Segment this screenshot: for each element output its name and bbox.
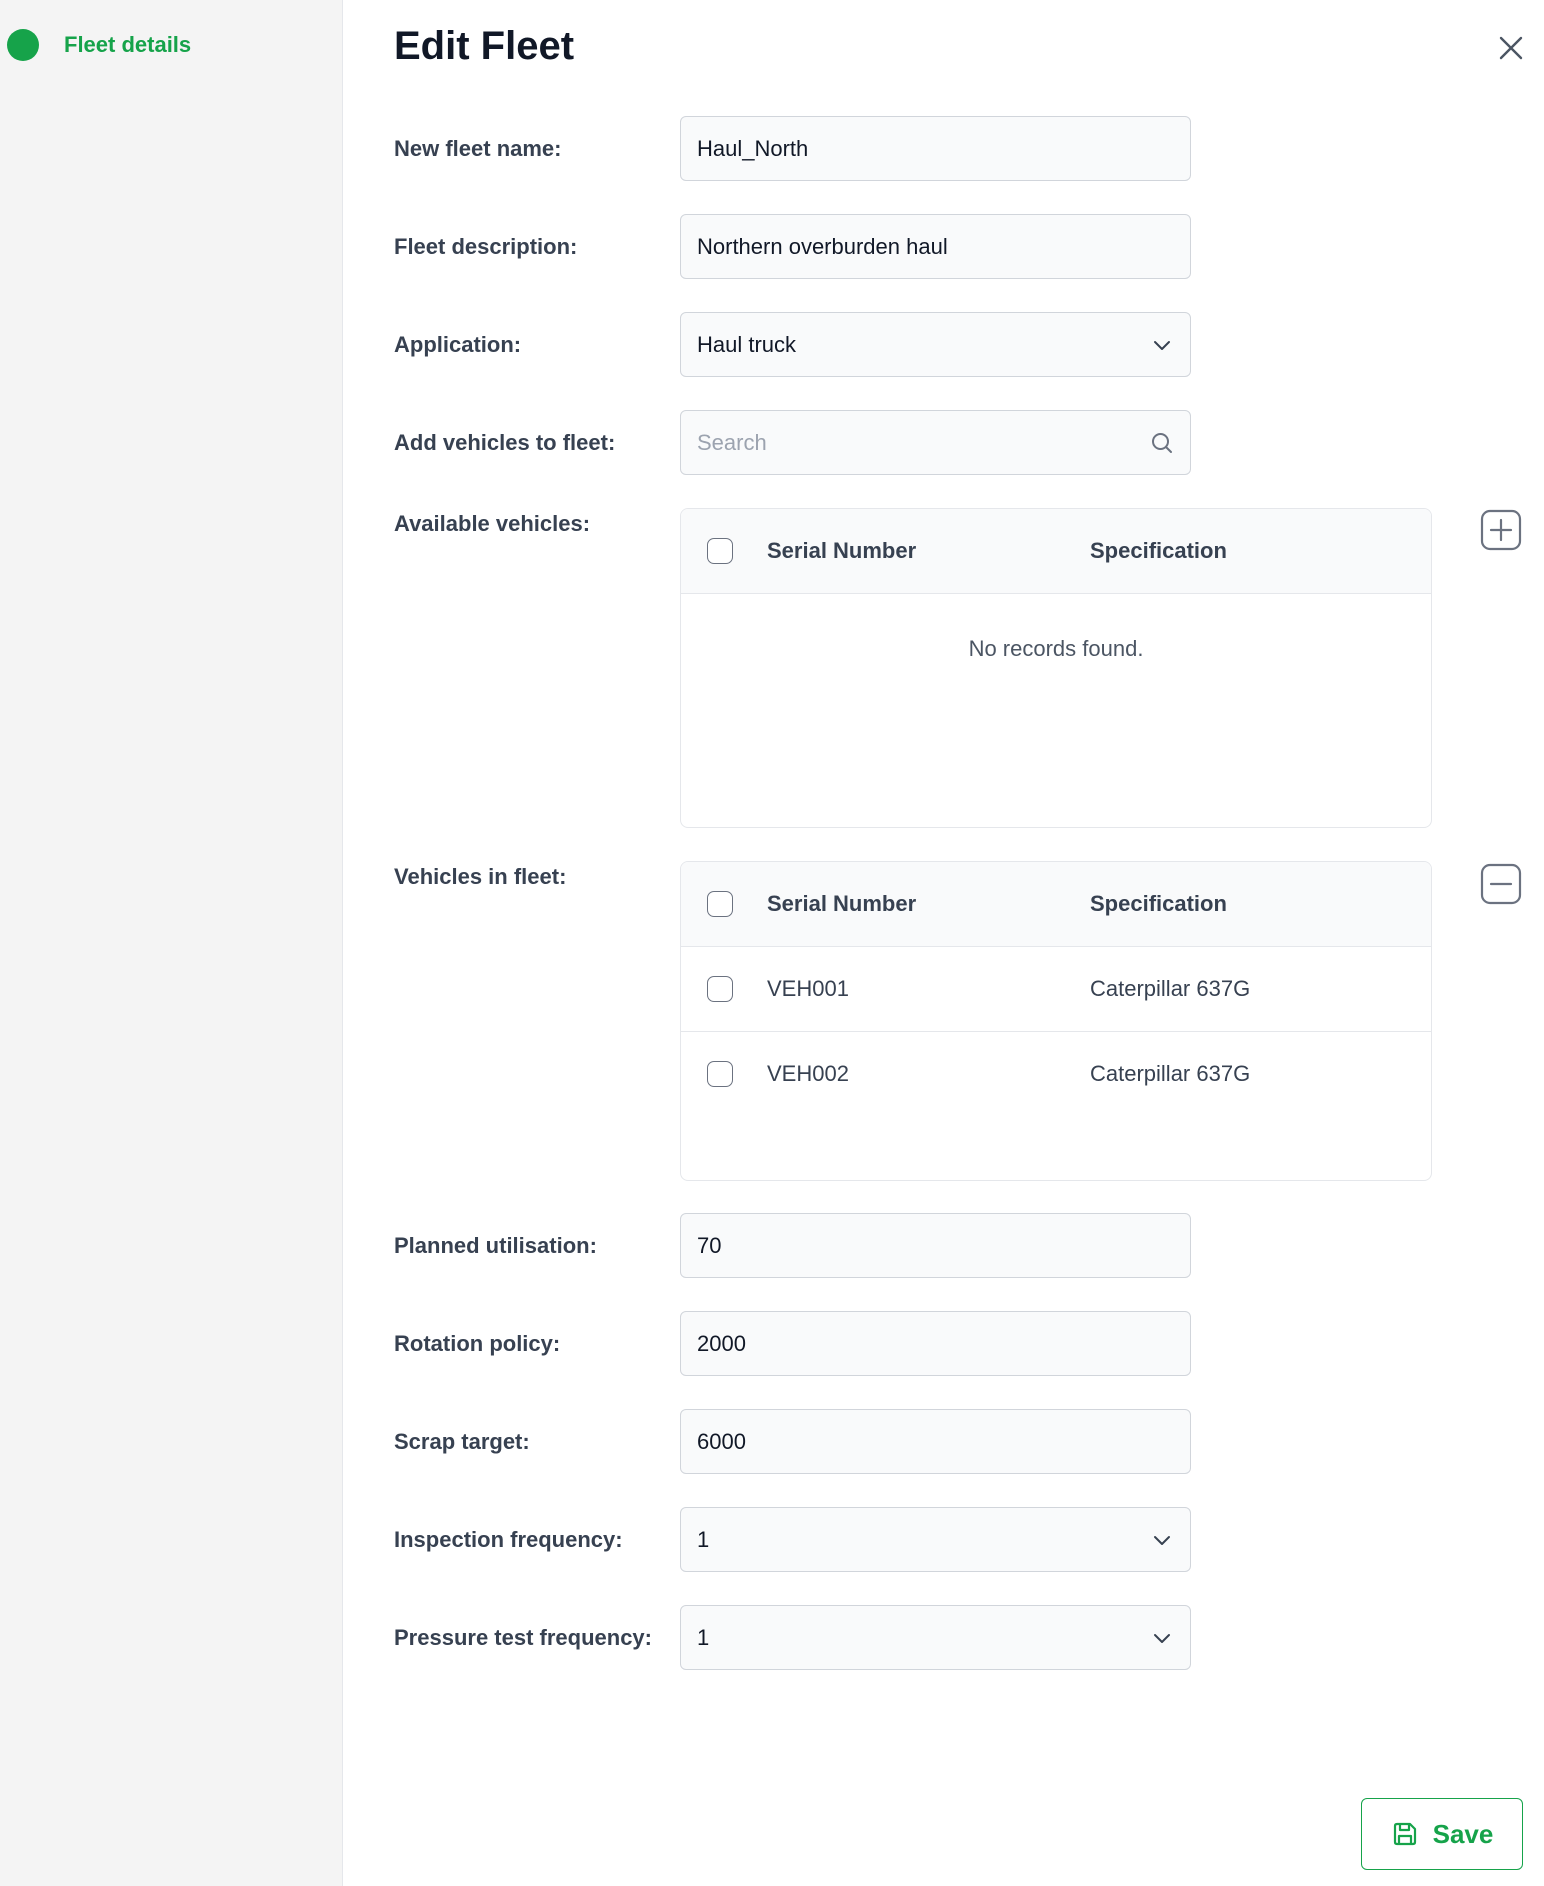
add-vehicle-button[interactable]	[1480, 509, 1522, 551]
select-all-available-checkbox[interactable]	[707, 538, 733, 564]
rotation-policy-label: Rotation policy:	[394, 1331, 561, 1356]
plus-square-icon	[1480, 509, 1522, 551]
planned-utilisation-input[interactable]	[697, 1232, 1174, 1259]
application-select[interactable]: Haul truck	[680, 312, 1191, 377]
column-header-specification: Specification	[1090, 891, 1227, 916]
remove-vehicle-button[interactable]	[1480, 863, 1522, 905]
specification-cell: Caterpillar 637G	[1090, 1061, 1251, 1086]
save-button-label: Save	[1432, 1818, 1494, 1849]
table-row[interactable]: VEH001 Caterpillar 637G	[681, 947, 1431, 1032]
fleet-description-field[interactable]	[680, 214, 1191, 279]
vehicle-search-input[interactable]	[697, 429, 1150, 456]
row-checkbox[interactable]	[707, 976, 733, 1002]
serial-number-cell: VEH001	[767, 976, 849, 1001]
inspection-frequency-value: 1	[697, 1526, 710, 1552]
row-checkbox[interactable]	[707, 1061, 733, 1087]
planned-utilisation-field[interactable]	[680, 1213, 1191, 1278]
planned-utilisation-label: Planned utilisation:	[394, 1233, 597, 1258]
fleet-name-input[interactable]	[697, 135, 1174, 162]
empty-state-message: No records found.	[968, 636, 1144, 661]
available-vehicles-label: Available vehicles:	[394, 511, 591, 536]
fleet-name-label: New fleet name:	[394, 136, 562, 161]
edit-fleet-panel: Edit Fleet New fleet name: Fleet descrip…	[343, 0, 1544, 1886]
column-header-serial: Serial Number	[767, 538, 917, 563]
serial-number-cell: VEH002	[767, 1061, 849, 1086]
table-header: Serial Number Specification	[681, 862, 1431, 947]
scrap-target-input[interactable]	[697, 1428, 1174, 1455]
application-label: Application:	[394, 332, 522, 357]
column-header-serial: Serial Number	[767, 891, 917, 916]
select-all-fleet-checkbox[interactable]	[707, 891, 733, 917]
step-status-dot	[7, 29, 39, 61]
pressure-test-frequency-value: 1	[697, 1624, 710, 1650]
edit-fleet-page: Fleet details Edit Fleet New fleet name:…	[0, 0, 1544, 1886]
rotation-policy-field[interactable]	[680, 1311, 1191, 1376]
wizard-sidebar: Fleet details	[0, 0, 343, 1886]
vehicles-in-fleet-label: Vehicles in fleet:	[394, 864, 567, 889]
fleet-name-field[interactable]	[680, 116, 1191, 181]
chevron-down-icon	[1150, 1528, 1174, 1552]
pressure-test-frequency-select[interactable]: 1	[680, 1605, 1191, 1670]
rotation-policy-input[interactable]	[697, 1330, 1174, 1357]
minus-square-icon	[1480, 863, 1522, 905]
inspection-frequency-label: Inspection frequency:	[394, 1527, 623, 1552]
table-header: Serial Number Specification	[681, 509, 1431, 594]
vehicle-search-field[interactable]	[680, 410, 1191, 475]
scrap-target-field[interactable]	[680, 1409, 1191, 1474]
save-button[interactable]: Save	[1361, 1798, 1523, 1870]
column-header-specification: Specification	[1090, 538, 1227, 563]
fleet-description-input[interactable]	[697, 233, 1174, 260]
inspection-frequency-select[interactable]: 1	[680, 1507, 1191, 1572]
page-title: Edit Fleet	[394, 24, 575, 68]
sidebar-step-label: Fleet details	[64, 32, 192, 57]
chevron-down-icon	[1150, 333, 1174, 357]
close-icon	[1499, 36, 1523, 60]
chevron-down-icon	[1150, 1626, 1174, 1650]
search-icon	[1150, 431, 1174, 455]
fleet-description-label: Fleet description:	[394, 234, 578, 259]
vehicles-in-fleet-table: Serial Number Specification VEH001 Cater…	[680, 861, 1432, 1181]
scrap-target-label: Scrap target:	[394, 1429, 530, 1454]
available-vehicles-table: Serial Number Specification No records f…	[680, 508, 1432, 828]
application-selected-value: Haul truck	[697, 331, 797, 357]
table-row[interactable]: VEH002 Caterpillar 637G	[681, 1032, 1431, 1116]
close-button[interactable]	[1495, 32, 1527, 64]
floppy-disk-icon	[1393, 1822, 1416, 1846]
specification-cell: Caterpillar 637G	[1090, 976, 1251, 1001]
sidebar-step-fleet-details[interactable]: Fleet details	[7, 29, 191, 61]
add-vehicles-label: Add vehicles to fleet:	[394, 430, 616, 455]
pressure-test-frequency-label: Pressure test frequency:	[394, 1625, 652, 1650]
